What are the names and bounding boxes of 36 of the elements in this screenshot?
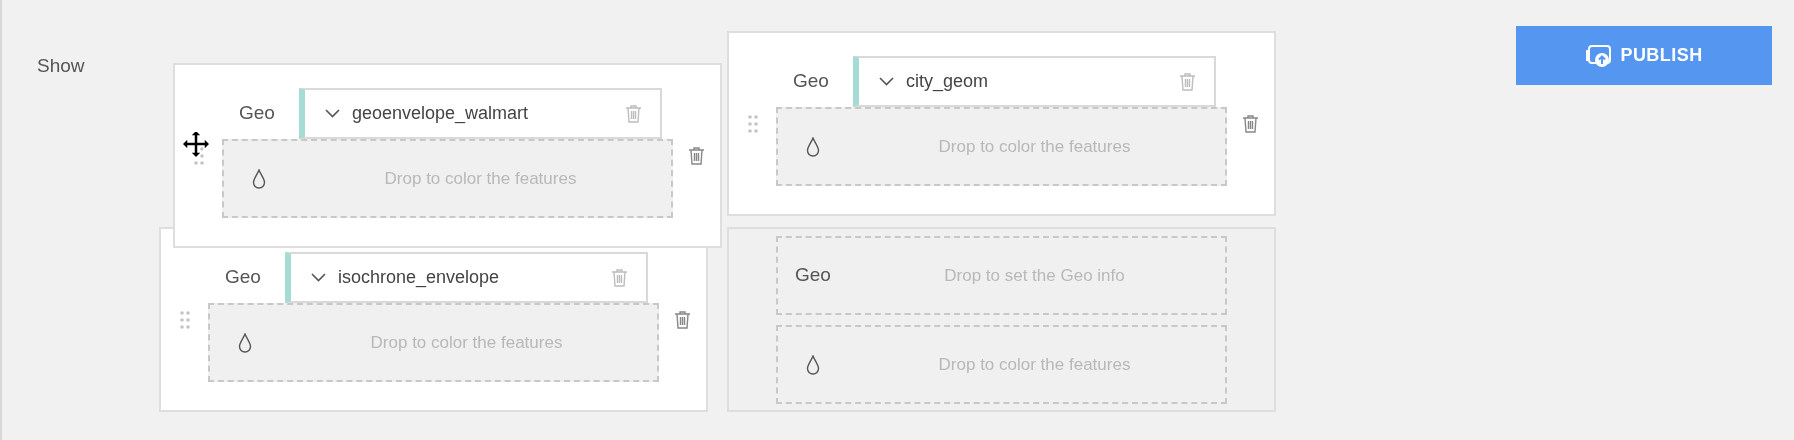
drop-hint: Drop to color the features [938, 353, 1131, 376]
drop-hint: Drop to color the features [938, 135, 1131, 158]
field-delete-icon[interactable] [1179, 71, 1196, 92]
drop-icon [238, 332, 252, 353]
section-label: Show [37, 55, 85, 76]
drag-handle-icon[interactable] [747, 114, 758, 133]
drop-icon [806, 354, 820, 375]
geo-field[interactable]: city_geom [853, 56, 1216, 107]
color-drop-zone[interactable]: Drop to color the features [776, 325, 1227, 404]
geo-label: Geo [239, 102, 275, 124]
color-drop-zone[interactable]: Drop to color the features [222, 139, 673, 218]
geo-label: Geo [225, 266, 261, 288]
chevron-down-icon [325, 109, 340, 118]
drop-hint: Drop to color the features [384, 167, 577, 190]
drag-handle-icon[interactable] [179, 310, 190, 329]
publish-button[interactable]: PUBLISH [1516, 26, 1772, 85]
geo-drop-zone[interactable]: Geo Drop to set the Geo info [776, 236, 1227, 315]
delete-layer-icon[interactable] [688, 145, 705, 166]
drop-icon [806, 136, 820, 157]
geo-field[interactable]: isochrone_envelope [285, 252, 648, 303]
delete-layer-icon[interactable] [674, 309, 691, 330]
move-cursor-icon [181, 129, 211, 159]
drop-hint: Drop to color the features [370, 331, 563, 354]
geo-label: Geo [795, 264, 831, 286]
field-delete-icon[interactable] [611, 267, 628, 288]
geo-label: Geo [793, 70, 829, 92]
color-drop-zone[interactable]: Drop to color the features [208, 303, 659, 382]
color-drop-zone[interactable]: Drop to color the features [776, 107, 1227, 186]
geo-field[interactable]: geoenvelope_walmart [299, 88, 662, 139]
field-delete-icon[interactable] [625, 103, 642, 124]
delete-layer-icon[interactable] [1242, 113, 1259, 134]
drop-hint: Drop to set the Geo info [944, 264, 1125, 287]
chevron-down-icon [879, 77, 894, 86]
chevron-down-icon [311, 273, 326, 282]
drop-icon [252, 168, 266, 189]
publish-icon [1585, 43, 1613, 68]
